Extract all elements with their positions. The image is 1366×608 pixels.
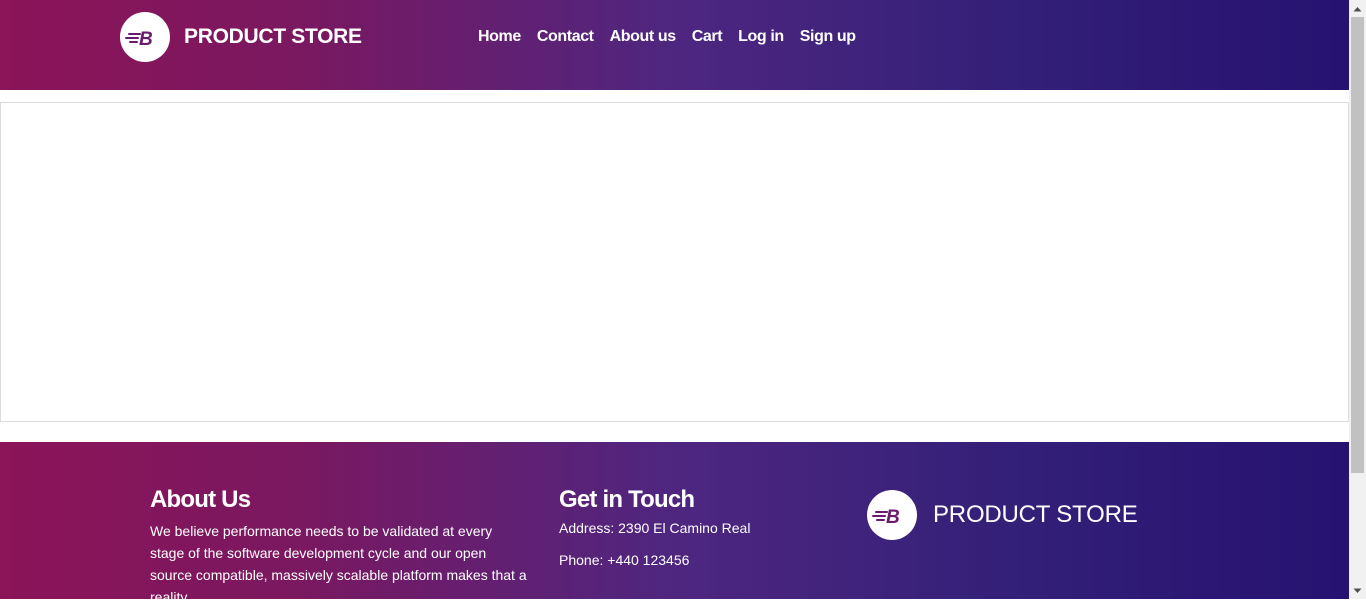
nav-cart-link[interactable]: Cart <box>684 28 730 46</box>
brand-title: PRODUCT STORE <box>184 25 362 48</box>
nav-about-link[interactable]: About us <box>602 28 684 46</box>
scrollbar-thumb[interactable] <box>1351 17 1364 473</box>
get-in-touch-title: Get in Touch <box>559 486 695 513</box>
nav-contact-link[interactable]: Contact <box>529 28 602 46</box>
top-navbar: B PRODUCT STORE Home Contact About us Ca… <box>0 0 1349 90</box>
blazedemo-b-logo-icon: B <box>120 12 170 62</box>
about-us-text: We believe performance needs to be valid… <box>150 523 527 605</box>
get-in-touch-section: Get in Touch Address: 2390 El Camino Rea… <box>559 486 819 568</box>
about-us-section: About Us We believe performance needs to… <box>150 486 530 608</box>
scroll-up-arrow-icon[interactable] <box>1349 0 1366 17</box>
brand-link[interactable]: B PRODUCT STORE <box>120 12 362 62</box>
svg-text:B: B <box>886 507 900 526</box>
scroll-down-arrow-icon[interactable] <box>1349 582 1366 599</box>
footer-brand: B PRODUCT STORE <box>867 490 1138 540</box>
carousel-area <box>0 102 1349 422</box>
page-footer: About Us We believe performance needs to… <box>0 442 1349 605</box>
blazedemo-b-logo-icon: B <box>867 490 917 540</box>
main-nav: Home Contact About us Cart Log in Sign u… <box>470 24 864 50</box>
footer-brand-title: PRODUCT STORE <box>933 501 1138 528</box>
nav-signup-link[interactable]: Sign up <box>792 28 864 46</box>
about-us-title: About Us <box>150 486 251 513</box>
page-scrollbar[interactable] <box>1349 0 1366 599</box>
contact-phone: Phone: +440 123456 <box>559 552 690 568</box>
nav-home-link[interactable]: Home <box>470 28 529 46</box>
contact-address: Address: 2390 El Camino Real <box>559 520 751 536</box>
nav-login-link[interactable]: Log in <box>730 28 792 46</box>
svg-text:B: B <box>139 29 153 48</box>
